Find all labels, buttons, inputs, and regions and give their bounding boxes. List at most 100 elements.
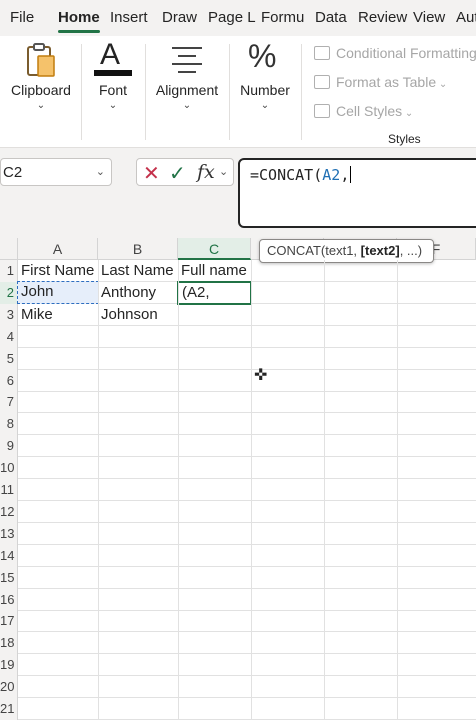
row-header-21[interactable]: 21 [0,698,18,720]
ribbon: Clipboard ⌄ A Font ⌄ Alignment ⌄ % Numbe… [0,36,476,148]
gridline-horizontal [18,412,476,414]
cell-cursor-icon: ✜ [254,367,268,384]
gridline-horizontal [18,478,476,480]
row-header-13[interactable]: 13 [0,522,18,545]
row-header-1[interactable]: 1 [0,260,18,282]
cell-b2[interactable]: Anthony [98,282,178,304]
tab-file[interactable]: File [10,9,34,26]
font-color-bar [94,70,132,76]
cell-a2[interactable]: John [17,281,99,304]
cell-styles-button[interactable]: Cell Styles ⌄ [314,103,413,119]
gridline-vertical [324,260,325,720]
column-header-a[interactable]: A [18,238,98,260]
row-header-16[interactable]: 16 [0,588,18,611]
ribbon-separator [301,44,302,140]
cell-a3[interactable]: Mike [18,304,98,326]
gridline-vertical [178,260,179,720]
row-header-20[interactable]: 20 [0,676,18,699]
tab-draw[interactable]: Draw [162,9,197,26]
name-box[interactable]: C2 ⌄ [0,158,112,186]
chevron-down-icon: ⌄ [182,100,192,111]
cancel-icon[interactable]: ✕ [143,161,160,186]
clipboard-group[interactable]: Clipboard ⌄ [4,36,78,148]
tab-view[interactable]: View [413,9,445,26]
tooltip-current-arg: [text2] [360,243,400,258]
chevron-down-icon: ⌄ [36,100,46,111]
name-box-value: C2 [3,164,23,181]
cell-c1[interactable]: Full name [178,260,251,282]
gridline-horizontal [18,346,476,348]
row-header-8[interactable]: 8 [0,413,18,436]
gridline-vertical [397,260,398,720]
row-header-14[interactable]: 14 [0,544,18,567]
row-header-4[interactable]: 4 [0,325,18,348]
tab-automate[interactable]: Auto [456,9,476,26]
row-header-12[interactable]: 12 [0,500,18,523]
row-header-3[interactable]: 3 [0,303,18,326]
formula-area: C2 ⌄ ✕ ✓ fx ⌄ =CONCAT(A2, [0,148,476,240]
format-as-table-icon [314,75,330,89]
tab-formulas[interactable]: Formu [261,9,304,26]
column-header-b[interactable]: B [98,238,178,260]
gridline-horizontal [18,565,476,567]
chevron-down-icon: ⌄ [108,100,118,111]
row-header-15[interactable]: 15 [0,566,18,589]
row-header-19[interactable]: 19 [0,654,18,677]
alignment-group[interactable]: Alignment ⌄ [150,36,224,148]
cell-styles-icon [314,104,330,118]
select-all-corner[interactable] [0,238,18,260]
row-header-6[interactable]: 6 [0,369,18,392]
row-header-11[interactable]: 11 [0,479,18,501]
gridline-horizontal [18,697,476,699]
tab-review[interactable]: Review [358,9,407,26]
chevron-down-icon[interactable]: ⌄ [96,165,105,178]
gridline-horizontal [18,434,476,436]
row-header-7[interactable]: 7 [0,391,18,414]
ribbon-tab-bar: File Home Insert Draw Page L Formu Data … [0,0,476,36]
gridline-horizontal [18,587,476,589]
chevron-down-icon: ⌄ [260,100,270,111]
formula-bar-input[interactable]: =CONCAT(A2, [238,158,476,228]
row-header-17[interactable]: 17 [0,610,18,633]
clipboard-label: Clipboard [11,82,71,98]
ribbon-separator [229,44,230,140]
formula-suffix: , [340,166,350,184]
row-header-18[interactable]: 18 [0,632,18,655]
ribbon-separator [81,44,82,140]
percent-icon: % [248,38,277,74]
gridline-horizontal [18,653,476,655]
row-header-10[interactable]: 10 [0,457,18,480]
cell-b3[interactable]: Johnson [98,304,178,326]
cell-b1[interactable]: Last Name [98,260,178,282]
font-group[interactable]: A Font ⌄ [86,36,140,148]
formula-buttons: ✕ ✓ fx ⌄ [136,158,234,186]
gridline-horizontal [18,456,476,458]
alignment-label: Alignment [155,82,219,98]
text-caret [350,166,352,183]
tab-home[interactable]: Home [58,9,100,26]
align-center-icon [172,47,202,73]
conditional-formatting-button[interactable]: Conditional Formatting [314,45,476,61]
format-as-table-button[interactable]: Format as Table ⌄ [314,74,447,90]
function-tooltip: CONCAT(text1, [text2], ...) [259,239,434,263]
chevron-down-icon[interactable]: ⌄ [219,165,228,178]
tab-page-layout[interactable]: Page L [208,9,256,26]
number-group[interactable]: % Number ⌄ [234,36,296,148]
insert-function-icon[interactable]: fx [197,161,215,183]
enter-checkmark-icon[interactable]: ✓ [169,161,186,186]
cell-a1[interactable]: First Name [18,260,98,282]
row-header-2[interactable]: 2 [0,281,18,304]
tab-insert[interactable]: Insert [110,9,148,26]
gridline-horizontal [18,543,476,545]
gridline-horizontal [18,368,476,370]
row-header-9[interactable]: 9 [0,435,18,458]
cell-c2[interactable]: (A2, [177,281,252,305]
row-header-5[interactable]: 5 [0,347,18,370]
font-label: Font [98,82,127,98]
conditional-formatting-icon [314,46,330,60]
formula-text: =CONCAT(A2, [250,166,352,184]
active-tab-indicator [58,30,100,33]
column-header-c[interactable]: C [178,238,251,260]
tooltip-prefix: CONCAT(text1, [267,243,361,258]
tab-data[interactable]: Data [315,9,347,26]
